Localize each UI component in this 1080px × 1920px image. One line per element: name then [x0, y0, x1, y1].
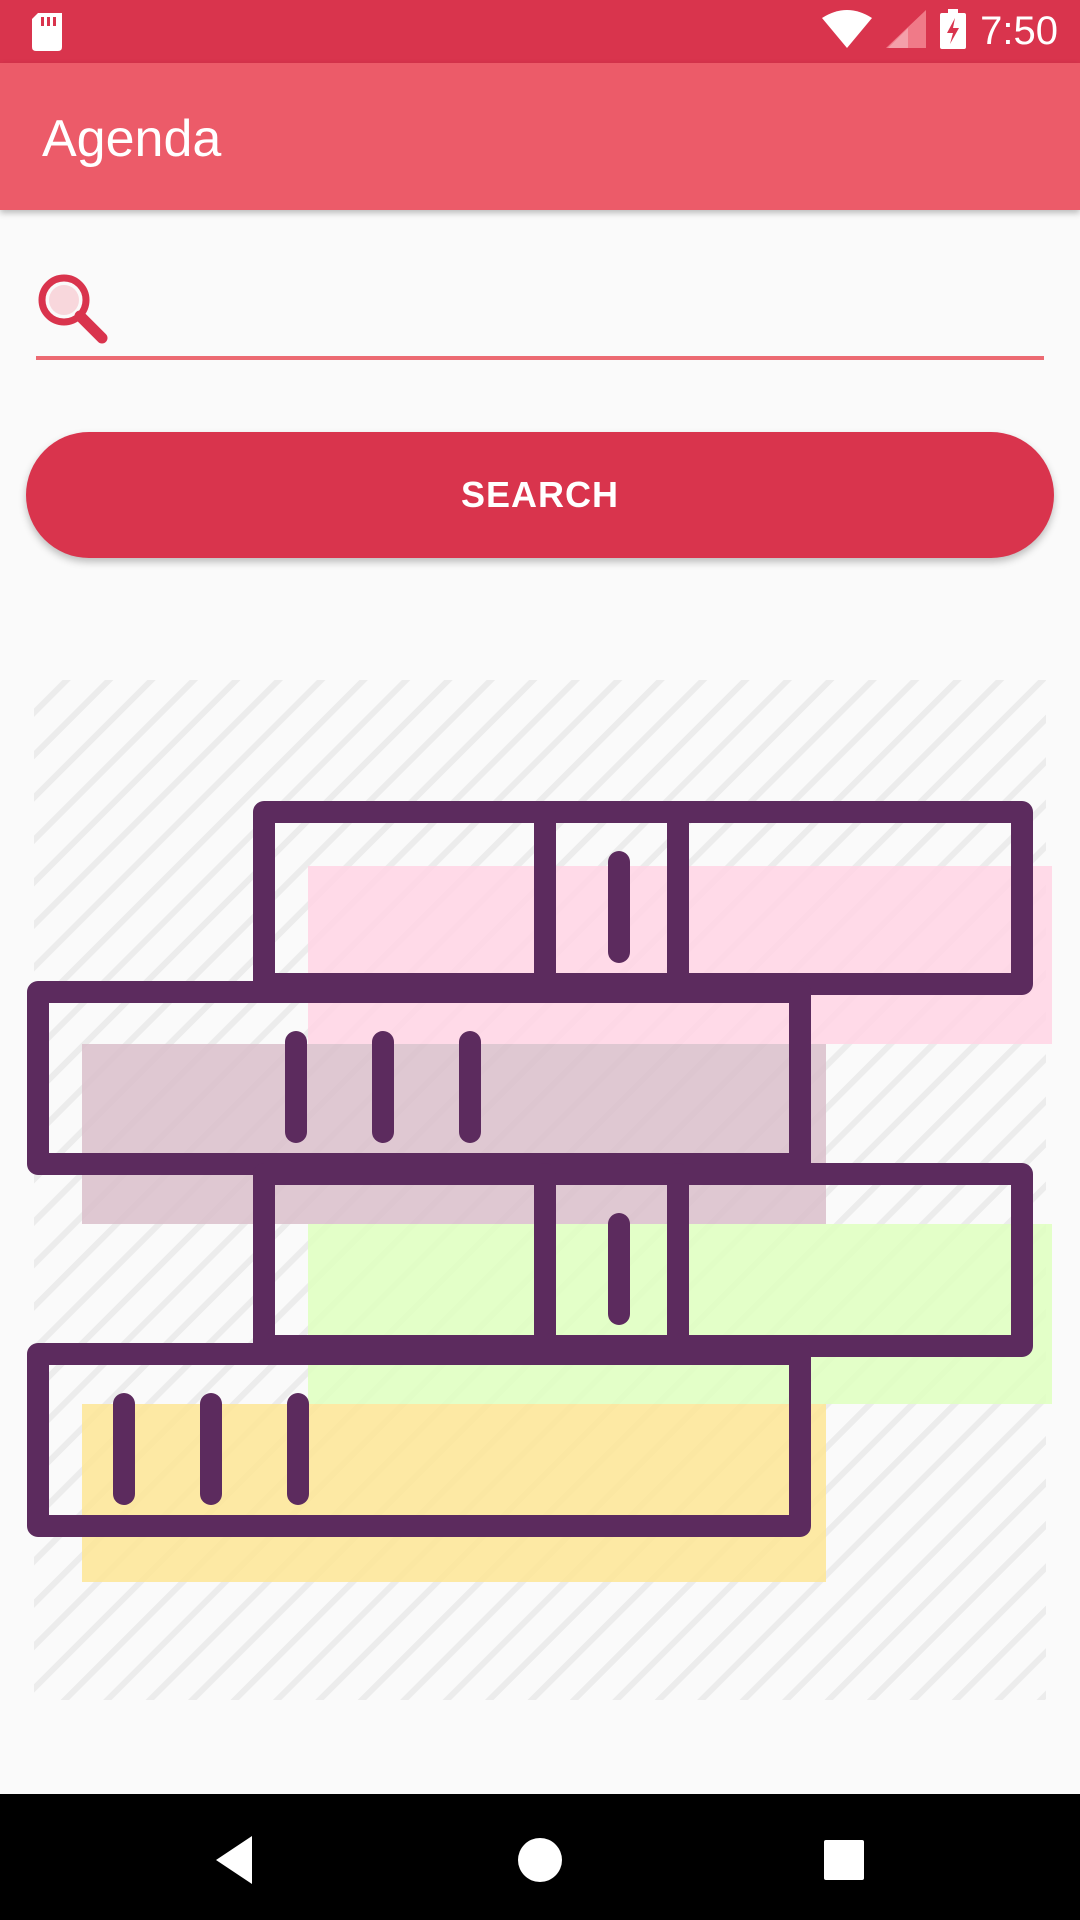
recents-icon[interactable] [814, 1830, 874, 1890]
status-bar: 7:50 [0, 0, 1080, 63]
search-field[interactable] [36, 262, 1044, 360]
home-icon[interactable] [510, 1830, 570, 1890]
signal-icon [886, 10, 927, 53]
status-time: 7:50 [980, 9, 1058, 53]
search-input[interactable] [132, 270, 1032, 346]
battery-charging-icon [940, 9, 967, 54]
search-icon [36, 272, 108, 344]
navigation-bar [0, 1794, 1080, 1920]
app-bar: Agenda [0, 63, 1080, 210]
back-icon[interactable] [206, 1830, 266, 1890]
search-button[interactable]: SEARCH [26, 432, 1054, 558]
sd-card-icon [32, 13, 62, 56]
wifi-icon [822, 10, 873, 53]
bookshelf-illustration [20, 680, 1060, 1700]
app-title: Agenda [42, 110, 222, 168]
status-icons: 7:50 [822, 0, 1058, 63]
